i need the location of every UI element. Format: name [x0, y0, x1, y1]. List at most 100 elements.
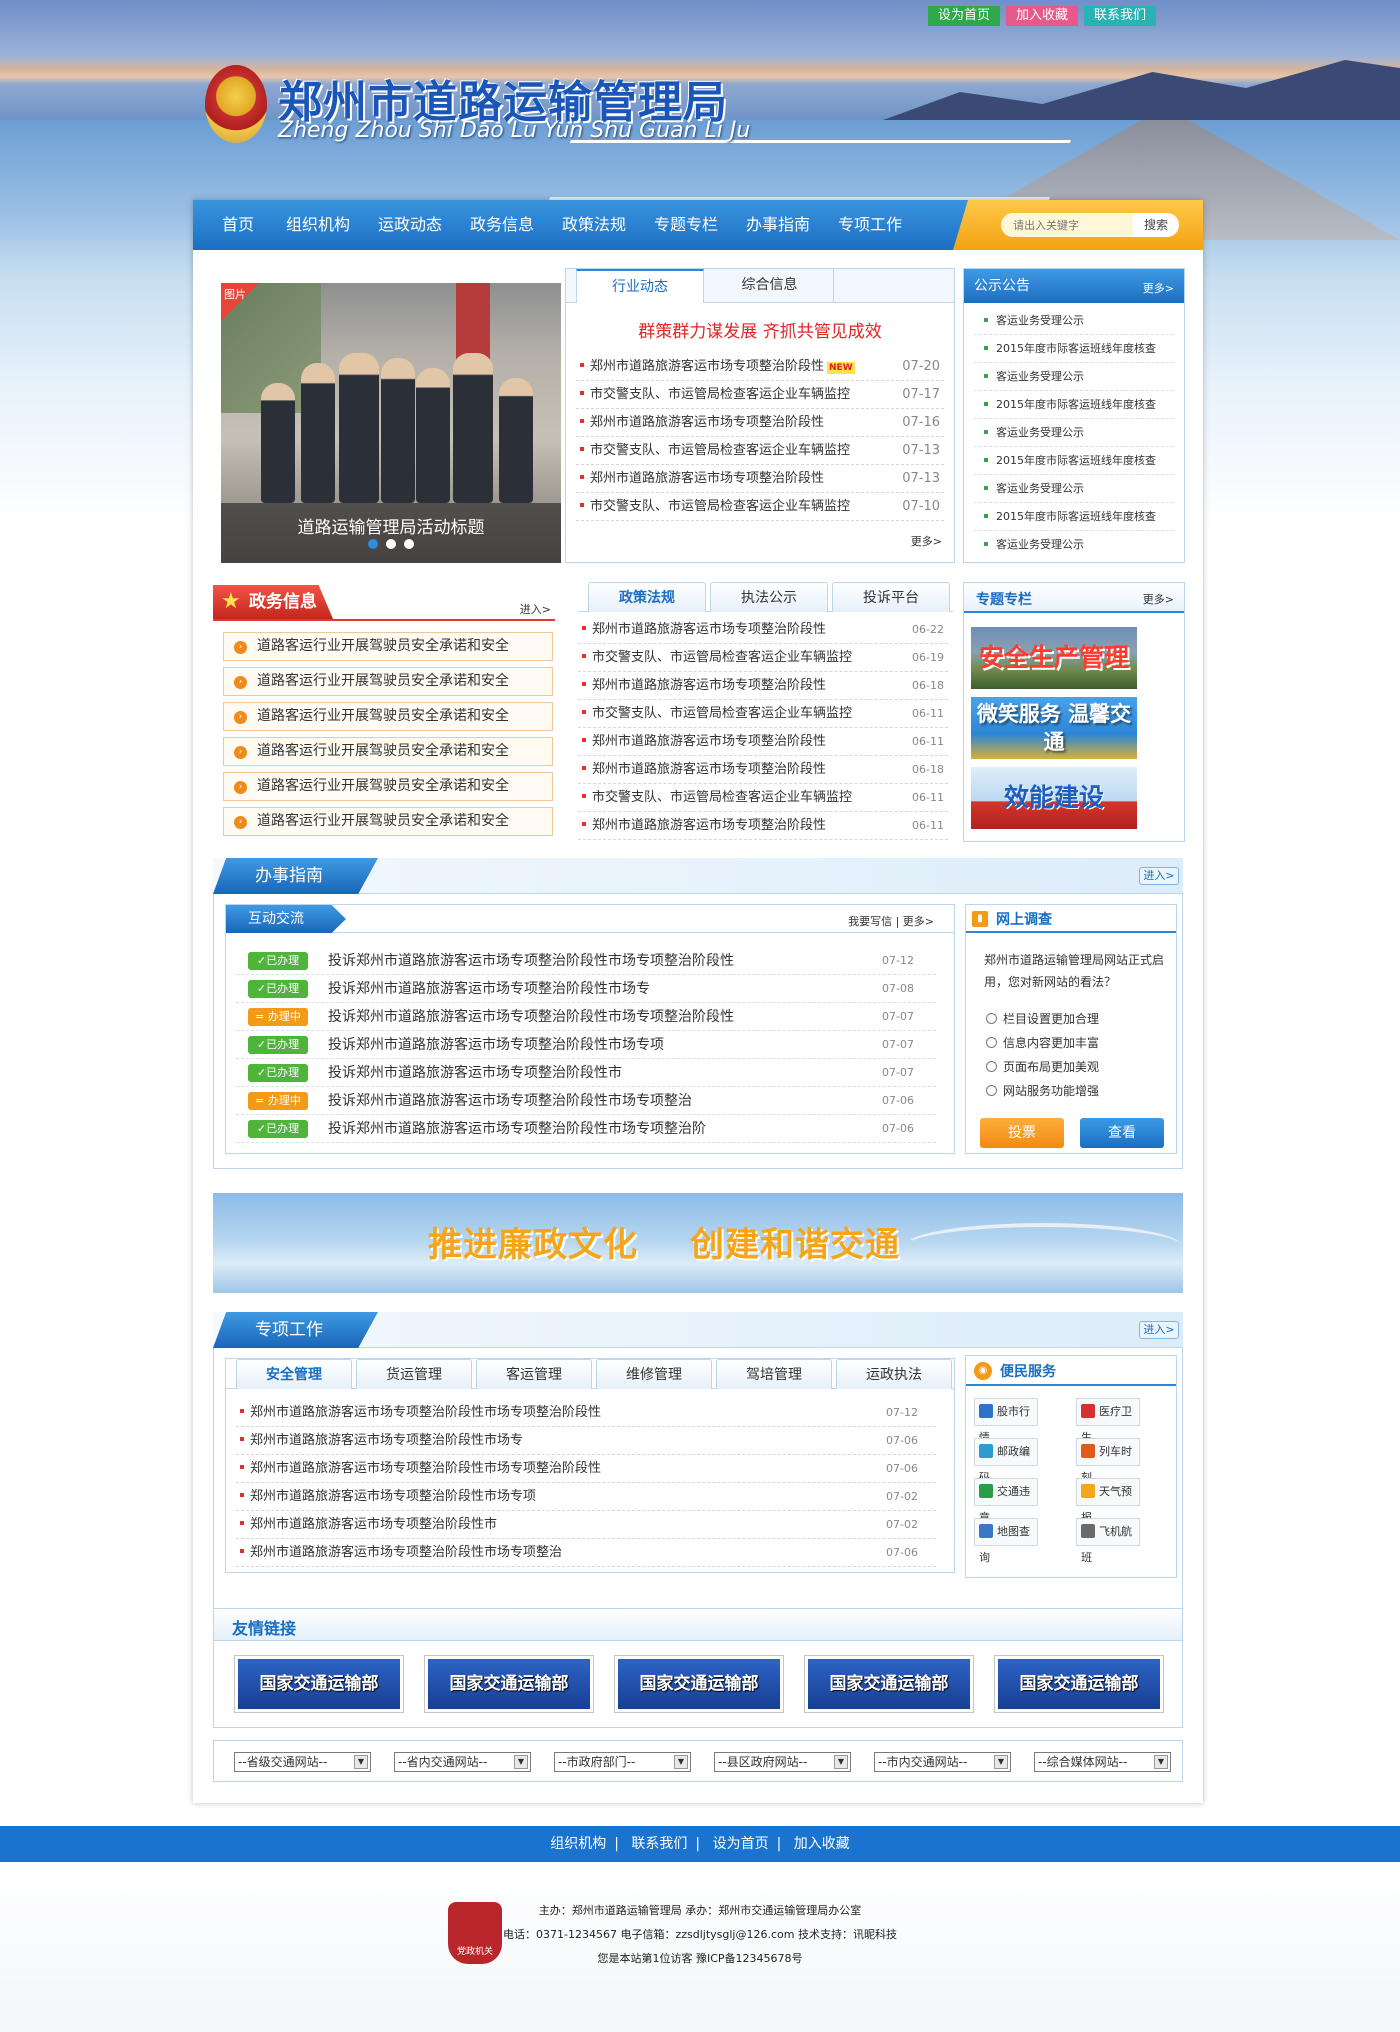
news-item[interactable]: 郑州市道路旅游客运市场专项整治阶段性 NEW 07-20 — [576, 353, 944, 381]
service-train-button[interactable]: 列车时刻 — [1076, 1438, 1140, 1484]
nav-special[interactable]: 专项工作 — [830, 200, 910, 250]
slide-dot[interactable] — [386, 539, 396, 549]
interaction-item[interactable]: = 办理中 投诉郑州市道路旅游客运市场专项整治阶段性市场专项整治 07-06 — [236, 1087, 936, 1115]
nav-organization[interactable]: 组织机构 — [278, 200, 358, 250]
service-medical-cross-button[interactable]: 医疗卫生 — [1076, 1398, 1140, 1444]
interaction-item[interactable]: ✓已办理 投诉郑州市道路旅游客运市场专项整治阶段性市场专项 07-07 — [236, 1031, 936, 1059]
nav-admin-news[interactable]: 运政动态 — [370, 200, 450, 250]
guide-enter-button[interactable]: 进入> — [1139, 867, 1179, 885]
footer-link-homepage[interactable]: 设为首页 — [713, 1836, 769, 1852]
gov-info-item[interactable]: › 道路客运行业开展驾驶员安全承诺和安全 — [223, 737, 553, 766]
tab-policy[interactable]: 政策法规 — [588, 582, 706, 612]
special-item[interactable]: 郑州市道路旅游客运市场专项整治阶段性市场专项整治阶段性 07-06 — [236, 1455, 936, 1483]
county-gov-select[interactable]: --县区政府网站-- ▼ — [714, 1752, 851, 1772]
service-plane-button[interactable]: 飞机航班 — [1076, 1518, 1140, 1564]
notice-item[interactable]: 2015年度市际客运班线年度核查 — [974, 391, 1174, 419]
nav-policy[interactable]: 政策法规 — [554, 200, 634, 250]
tab-passenger-management[interactable]: 客运管理 — [476, 1359, 592, 1389]
gov-info-item[interactable]: › 道路客运行业开展驾驶员安全承诺和安全 — [223, 772, 553, 801]
policy-item[interactable]: 郑州市道路旅游客运市场专项整治阶段性 06-11 — [578, 728, 948, 756]
notice-item[interactable]: 客运业务受理公示 — [974, 307, 1174, 335]
nav-home[interactable]: 首页 — [208, 200, 268, 250]
nav-topics[interactable]: 专题专栏 — [646, 200, 726, 250]
notice-more-link[interactable]: 更多> — [1143, 280, 1174, 296]
survey-option[interactable]: 栏目设置更加合理 — [986, 1007, 1166, 1031]
news-headline[interactable]: 群策群力谋发展 齐抓共管见成效 — [566, 317, 954, 342]
slide-dot[interactable] — [368, 539, 378, 549]
tab-safety-management[interactable]: 安全管理 — [236, 1359, 352, 1389]
topic-efficiency[interactable]: 效能建设 — [971, 767, 1137, 829]
tab-freight-management[interactable]: 货运管理 — [356, 1359, 472, 1389]
write-letter-link[interactable]: 我要写信 — [848, 915, 892, 928]
policy-item[interactable]: 市交警支队、市运管局检查客运企业车辆监控 06-11 — [578, 700, 948, 728]
vote-button[interactable]: 投票 — [980, 1118, 1064, 1148]
policy-item[interactable]: 郑州市道路旅游客运市场专项整治阶段性 06-22 — [578, 616, 948, 644]
city-transport-select[interactable]: --市内交通网站-- ▼ — [874, 1752, 1011, 1772]
policy-item[interactable]: 郑州市道路旅游客运市场专项整治阶段性 06-18 — [578, 756, 948, 784]
topic-smile-service[interactable]: 微笑服务 温馨交通 — [971, 697, 1137, 759]
interaction-item[interactable]: ✓已办理 投诉郑州市道路旅游客运市场专项整治阶段性市场专 07-08 — [236, 975, 936, 1003]
notice-item[interactable]: 2015年度市际客运班线年度核查 — [974, 503, 1174, 531]
tab-industry-news[interactable]: 行业动态 — [576, 269, 704, 303]
slide-image[interactable]: 道路运输管理局活动标题 — [221, 283, 561, 563]
friend-link[interactable]: 国家交通运输部 — [424, 1655, 594, 1713]
radio-button[interactable] — [986, 1037, 997, 1048]
city-gov-select[interactable]: --市政府部门-- ▼ — [554, 1752, 691, 1772]
policy-item[interactable]: 市交警支队、市运管局检查客运企业车辆监控 06-11 — [578, 784, 948, 812]
media-select[interactable]: --综合媒体网站-- ▼ — [1034, 1752, 1171, 1772]
gov-info-item[interactable]: › 道路客运行业开展驾驶员安全承诺和安全 — [223, 632, 553, 661]
notice-item[interactable]: 客运业务受理公示 — [974, 475, 1174, 503]
survey-option[interactable]: 网站服务功能增强 — [986, 1079, 1166, 1103]
provincial-transport-select[interactable]: --省级交通网站-- ▼ — [234, 1752, 371, 1772]
service-traffic-button[interactable]: 交通违章 — [974, 1478, 1038, 1524]
search-button[interactable]: 搜索 — [1133, 213, 1179, 237]
set-homepage-link[interactable]: 设为首页 — [928, 6, 1001, 26]
friend-link[interactable]: 国家交通运输部 — [234, 1655, 404, 1713]
gov-info-item[interactable]: › 道路客运行业开展驾驶员安全承诺和安全 — [223, 807, 553, 836]
tab-general-info[interactable]: 综合信息 — [706, 269, 834, 303]
news-item[interactable]: 市交警支队、市运管局检查客运企业车辆监控 07-10 — [576, 493, 944, 521]
news-item[interactable]: 郑州市道路旅游客运市场专项整治阶段性 07-16 — [576, 409, 944, 437]
special-item[interactable]: 郑州市道路旅游客运市场专项整治阶段性市场专 07-06 — [236, 1427, 936, 1455]
tab-driver-training[interactable]: 驾培管理 — [716, 1359, 832, 1389]
news-item[interactable]: 市交警支队、市运管局检查客运企业车辆监控 07-17 — [576, 381, 944, 409]
friend-link[interactable]: 国家交通运输部 — [994, 1655, 1164, 1713]
contact-link[interactable]: 联系我们 — [1084, 6, 1157, 26]
special-item[interactable]: 郑州市道路旅游客运市场专项整治阶段性市场专项整治阶段性 07-12 — [236, 1399, 936, 1427]
nav-guide[interactable]: 办事指南 — [738, 200, 818, 250]
interaction-more-link[interactable]: 更多> — [903, 915, 934, 928]
special-item[interactable]: 郑州市道路旅游客运市场专项整治阶段性市场专项 07-02 — [236, 1483, 936, 1511]
notice-item[interactable]: 客运业务受理公示 — [974, 419, 1174, 447]
tab-maintenance-management[interactable]: 维修管理 — [596, 1359, 712, 1389]
interaction-item[interactable]: ✓已办理 投诉郑州市道路旅游客运市场专项整治阶段性市场专项整治阶段性 07-12 — [236, 947, 936, 975]
slide-dot[interactable] — [404, 539, 414, 549]
interaction-item[interactable]: = 办理中 投诉郑州市道路旅游客运市场专项整治阶段性市场专项整治阶段性 07-07 — [236, 1003, 936, 1031]
policy-item[interactable]: 市交警支队、市运管局检查客运企业车辆监控 06-19 — [578, 644, 948, 672]
footer-link-contact[interactable]: 联系我们 — [631, 1836, 687, 1852]
notice-item[interactable]: 客运业务受理公示 — [974, 531, 1174, 559]
notice-item[interactable]: 2015年度市际客运班线年度核查 — [974, 335, 1174, 363]
service-map-search-button[interactable]: 地图查询 — [974, 1518, 1038, 1564]
gov-info-item[interactable]: › 道路客运行业开展驾驶员安全承诺和安全 — [223, 667, 553, 696]
policy-item[interactable]: 郑州市道路旅游客运市场专项整治阶段性 06-18 — [578, 672, 948, 700]
service-mail-button[interactable]: 邮政编码 — [974, 1438, 1038, 1484]
survey-option[interactable]: 页面布局更加美观 — [986, 1055, 1166, 1079]
footer-link-organization[interactable]: 组织机构 — [550, 1836, 606, 1852]
special-enter-button[interactable]: 进入> — [1139, 1321, 1179, 1339]
service-chart-button[interactable]: 股市行情 — [974, 1398, 1038, 1444]
news-item[interactable]: 郑州市道路旅游客运市场专项整治阶段性 07-13 — [576, 465, 944, 493]
topic-safety-production[interactable]: 安全生产管理 — [971, 627, 1137, 689]
service-weather-sun-button[interactable]: 天气预报 — [1076, 1478, 1140, 1524]
interaction-item[interactable]: ✓已办理 投诉郑州市道路旅游客运市场专项整治阶段性市场专项整治阶 07-06 — [236, 1115, 936, 1143]
policy-item[interactable]: 郑州市道路旅游客运市场专项整治阶段性 06-11 — [578, 812, 948, 840]
news-more-link[interactable]: 更多> — [911, 533, 942, 549]
footer-link-favorite[interactable]: 加入收藏 — [794, 1836, 850, 1852]
search-input[interactable] — [1001, 213, 1133, 237]
add-favorite-link[interactable]: 加入收藏 — [1006, 6, 1079, 26]
special-item[interactable]: 郑州市道路旅游客运市场专项整治阶段性市 07-02 — [236, 1511, 936, 1539]
news-item[interactable]: 市交警支队、市运管局检查客运企业车辆监控 07-13 — [576, 437, 944, 465]
notice-item[interactable]: 客运业务受理公示 — [974, 363, 1174, 391]
promo-banner[interactable]: 推进廉政文化 创建和谐交通 — [213, 1193, 1183, 1293]
radio-button[interactable] — [986, 1061, 997, 1072]
friend-link[interactable]: 国家交通运输部 — [614, 1655, 784, 1713]
